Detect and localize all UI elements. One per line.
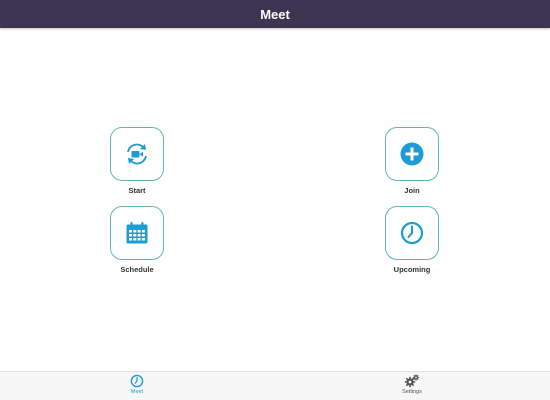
join-tile[interactable]: Join <box>372 127 452 195</box>
app-header: Meet <box>0 0 550 28</box>
nav-label-meet: Meet <box>130 389 144 395</box>
upcoming-tile[interactable]: Upcoming <box>372 206 452 274</box>
upcoming-label: Upcoming <box>393 265 431 274</box>
clock-icon <box>400 221 424 245</box>
plus-circle-icon <box>400 142 424 166</box>
schedule-button[interactable] <box>110 206 164 260</box>
schedule-label: Schedule <box>120 265 154 274</box>
upcoming-button[interactable] <box>385 206 439 260</box>
calendar-icon <box>126 222 148 244</box>
join-label: Join <box>404 186 420 195</box>
video-camera-refresh-icon <box>127 143 147 165</box>
page-title: Meet <box>260 6 290 22</box>
start-label: Start <box>128 186 146 195</box>
nav-label-settings: Settings <box>402 389 422 395</box>
gear-icon <box>404 374 420 388</box>
clock-icon <box>130 374 144 388</box>
nav-item-meet[interactable]: Meet <box>107 374 167 395</box>
start-button[interactable] <box>110 127 164 181</box>
schedule-tile[interactable]: Schedule <box>97 206 177 274</box>
bottom-navigation: Meet Settings <box>0 371 550 400</box>
join-button[interactable] <box>385 127 439 181</box>
start-tile[interactable]: Start <box>97 127 177 195</box>
nav-item-settings[interactable]: Settings <box>382 374 442 395</box>
